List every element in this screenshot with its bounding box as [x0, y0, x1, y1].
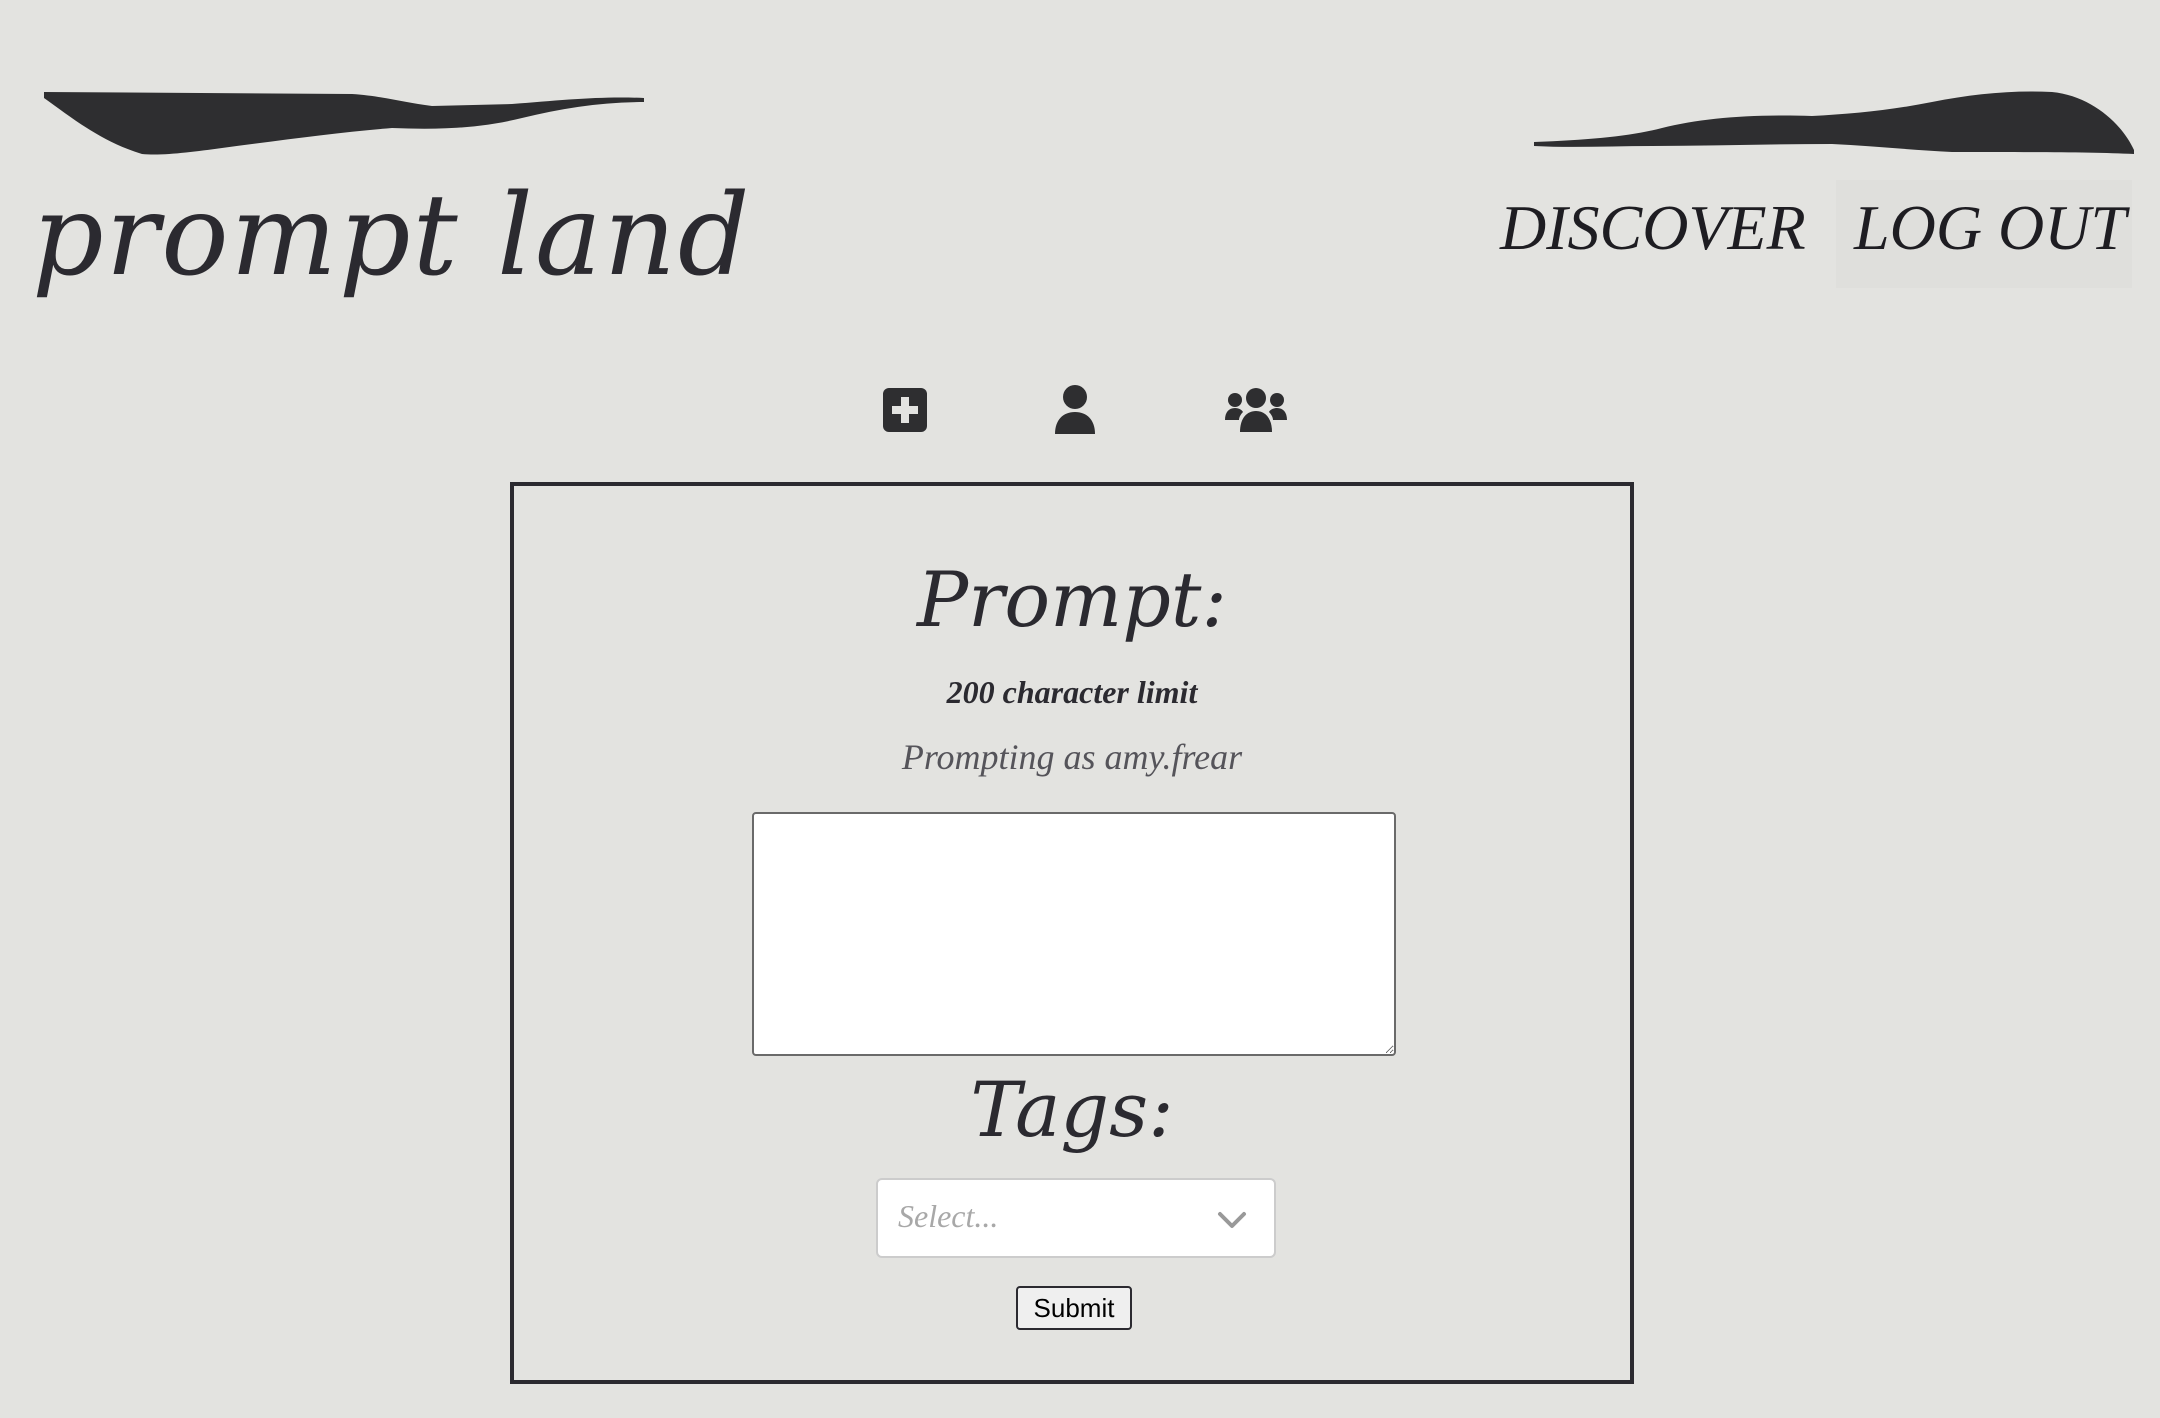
character-limit-note: 200 character limit	[946, 674, 1198, 710]
submit-button[interactable]: Submit	[1016, 1286, 1132, 1330]
tags-heading: Tags:	[970, 1065, 1174, 1154]
plus-square-icon	[883, 388, 927, 432]
prompt-textarea[interactable]	[752, 812, 1396, 1056]
nav-discover-link[interactable]: DISCOVER	[1500, 196, 1806, 260]
prompt-form-panel: Prompt: 200 character limit Prompting as…	[510, 482, 1634, 1384]
profile-button[interactable]	[1050, 380, 1100, 440]
brush-stroke-decoration-right	[1534, 91, 2134, 154]
new-prompt-button[interactable]	[880, 380, 930, 440]
user-icon	[1055, 385, 1095, 434]
tags-select-placeholder: Select...	[898, 1198, 999, 1234]
nav-logout-link[interactable]: LOG OUT	[1854, 196, 2126, 260]
brush-stroke-decoration-left	[44, 92, 644, 155]
community-button[interactable]	[1224, 380, 1288, 440]
site-logo[interactable]: prompt land	[32, 180, 752, 292]
prompt-heading: Prompt:	[916, 555, 1228, 644]
prompting-as-user: Prompting as amy.frear	[901, 737, 1243, 777]
chevron-down-icon	[1218, 1212, 1246, 1228]
tags-select[interactable]: Select...	[876, 1178, 1276, 1258]
users-icon	[1225, 388, 1287, 432]
